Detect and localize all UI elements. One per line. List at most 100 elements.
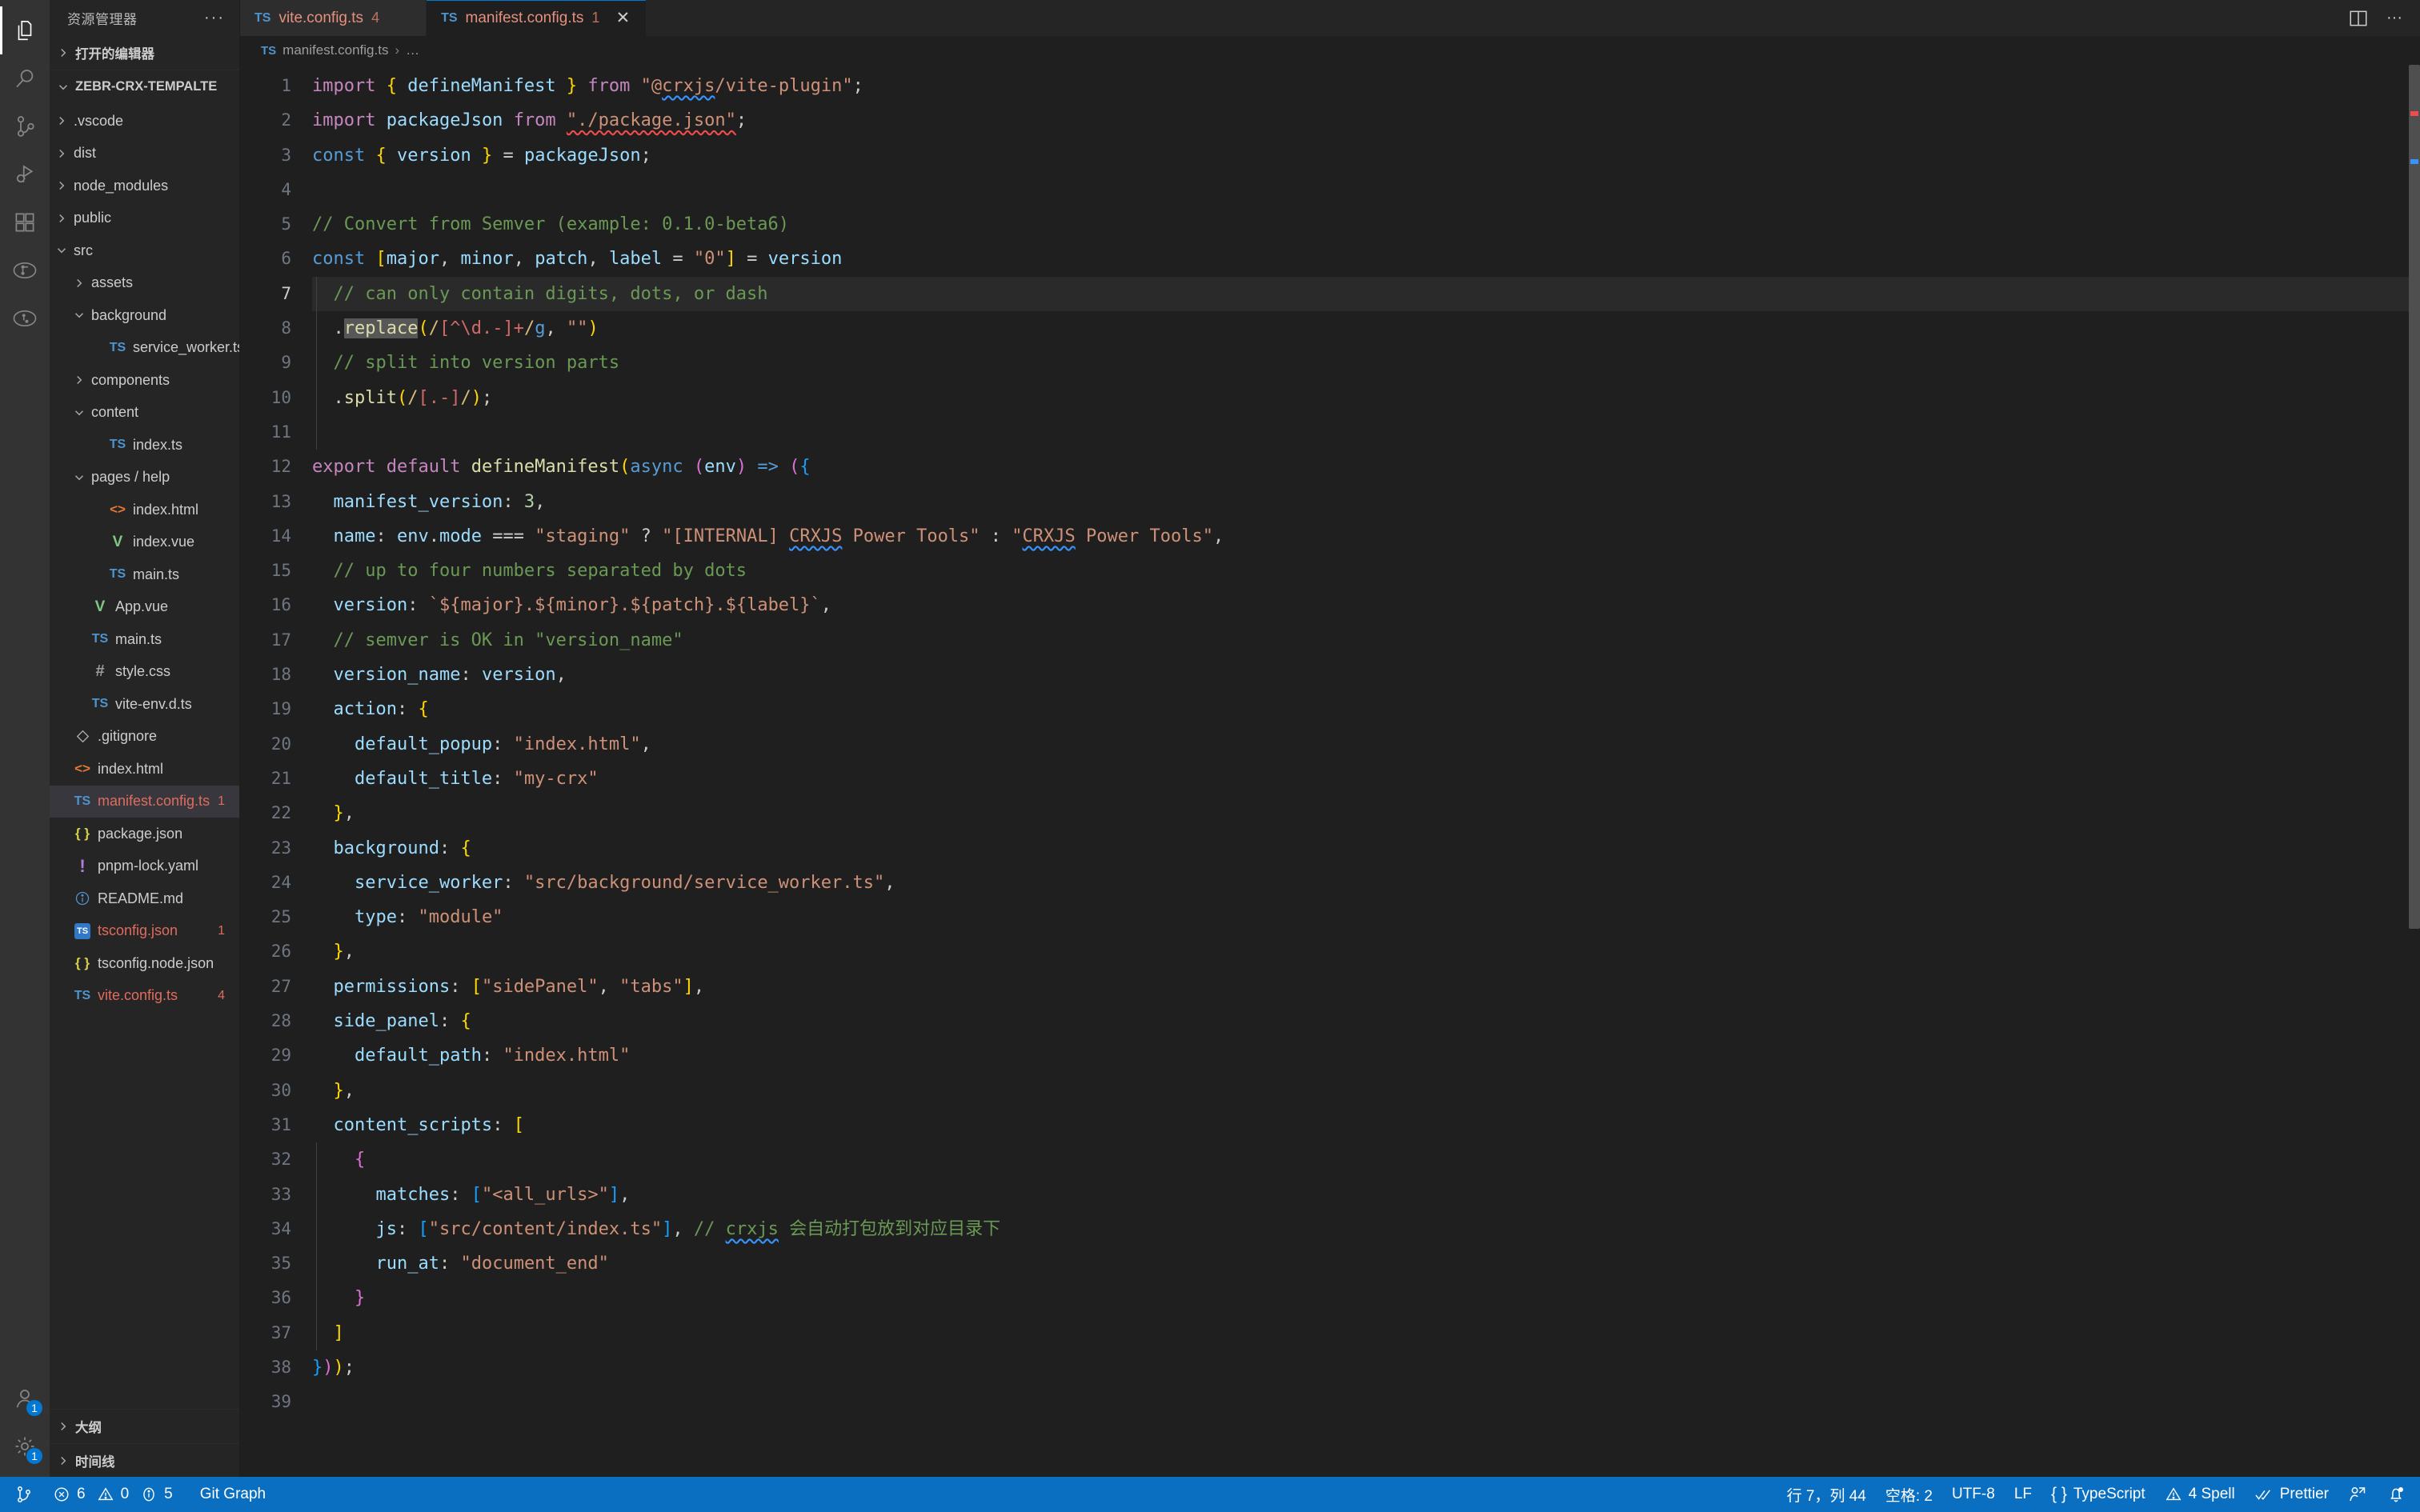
code-line: service_worker: "src/background/service_…: [354, 872, 895, 893]
activity-item-search[interactable]: [0, 54, 50, 102]
chevron-down-icon[interactable]: [53, 243, 70, 258]
status-share[interactable]: [2338, 1477, 2377, 1512]
breadcrumb-file[interactable]: manifest.config.ts: [282, 42, 388, 58]
tree-file-package.json[interactable]: { } package.json: [50, 818, 239, 850]
tab-manifest-config[interactable]: TS manifest.config.ts 1 ✕: [427, 0, 647, 36]
tab-vite-config[interactable]: TSvite.config.ts4✕: [240, 0, 427, 36]
activity-item-source-control[interactable]: [0, 102, 50, 150]
chevron-right-icon[interactable]: [53, 114, 70, 128]
tree-file-index.html[interactable]: <> index.html: [50, 494, 239, 526]
status-spell-checker[interactable]: 4 Spell: [2155, 1477, 2245, 1512]
tab-close-icon[interactable]: ✕: [614, 8, 631, 28]
sidebar-section-workspace[interactable]: ZEBR-CRX-TEMPALTE: [50, 70, 239, 103]
code-line: side_panel: {: [333, 1011, 471, 1032]
tree-item-label: tsconfig.json: [98, 922, 178, 939]
tree-file-tsconfig.json[interactable]: TS tsconfig.json 1: [50, 915, 239, 948]
file-icon-wrapper: V: [88, 598, 112, 616]
tree-folder-dist[interactable]: dist: [50, 138, 239, 170]
editor-indentation-label: 空格: 2: [1885, 1487, 1933, 1505]
tree-file-app.vue[interactable]: V App.vue: [50, 591, 239, 624]
tree-folder-content[interactable]: content: [50, 397, 239, 430]
activity-item-git-graph[interactable]: [0, 246, 50, 294]
tree-file-.gitignore[interactable]: .gitignore: [50, 721, 239, 754]
chevron-down-icon[interactable]: [70, 308, 88, 322]
chevron-down-icon[interactable]: [70, 470, 88, 485]
tree-file-index.ts[interactable]: TS index.ts: [50, 429, 239, 462]
status-remote-branch[interactable]: [5, 1477, 43, 1512]
tree-item-label: App.vue: [115, 598, 169, 615]
file-icon-wrapper: TS: [88, 697, 112, 711]
activity-item-explorer[interactable]: [0, 6, 50, 54]
status-prettier[interactable]: Prettier: [2245, 1477, 2338, 1512]
tree-file-index.vue[interactable]: Vindex.vue: [50, 526, 239, 559]
tree-item-label: pnpm-lock.yaml: [98, 858, 199, 874]
status-editor-language[interactable]: { } TypeScript: [2041, 1477, 2155, 1512]
tree-file-readme.md[interactable]: README.md: [50, 882, 239, 915]
status-editor-encoding[interactable]: UTF-8: [1942, 1477, 2005, 1512]
split-editor-icon[interactable]: [2348, 8, 2369, 29]
activity-item-git-graph-alt[interactable]: [0, 294, 50, 342]
tree-file-main.ts[interactable]: TS main.ts: [50, 623, 239, 656]
editor-vertical-scrollbar[interactable]: [2409, 65, 2420, 1477]
tree-file-service-worker.ts[interactable]: TS service_worker.ts: [50, 332, 239, 365]
file-icon-wrapper: V: [106, 534, 130, 551]
tree-folder-components[interactable]: components: [50, 364, 239, 397]
tree-file-style.css[interactable]: # style.css: [50, 656, 239, 689]
code-content[interactable]: import { defineManifest } from "@crxjs/v…: [302, 65, 2420, 1477]
activity-item-extensions[interactable]: [0, 198, 50, 246]
tree-file-vite-env.d.ts[interactable]: TS vite-env.d.ts: [50, 688, 239, 721]
code-editor[interactable]: 1 2 3 4 5 6 7 8 9 10 11 12 13 14 15 16 17 18 19 20 21 22 23 24 2…: [240, 65, 2420, 1477]
status-notifications[interactable]: [2377, 1477, 2415, 1512]
status-editor-eol[interactable]: LF: [2005, 1477, 2041, 1512]
line-number: 33: [270, 1184, 291, 1204]
tree-folder-.vscode[interactable]: .vscode: [50, 105, 239, 138]
tree-folder-src[interactable]: src: [50, 234, 239, 267]
tree-folder-pages-help[interactable]: pages / help: [50, 462, 239, 494]
tree-file-pnpm-lock.yaml[interactable]: ! pnpm-lock.yaml: [50, 850, 239, 883]
chevron-right-icon[interactable]: [53, 211, 70, 226]
chevron-down-icon[interactable]: [70, 406, 88, 420]
tree-folder-node-modules[interactable]: node_modules: [50, 170, 239, 202]
chevron-right-icon[interactable]: [53, 146, 70, 161]
code-line: default_popup: "index.html",: [354, 734, 651, 754]
line-number: 6: [281, 249, 291, 269]
chevron-right-icon[interactable]: [53, 178, 70, 193]
settings-badge: 1: [26, 1448, 42, 1464]
more-actions-icon[interactable]: ···: [2386, 9, 2402, 27]
tree-file-manifest.config.ts[interactable]: TS manifest.config.ts 1: [50, 785, 239, 818]
chevron-right-icon[interactable]: [70, 276, 88, 290]
side-bar: 资源管理器 ··· 打开的编辑器 ZEBR-CRX-TEMPALTE .vsco…: [50, 0, 240, 1477]
code-line: js: ["src/content/index.ts"], // crxjs 会…: [375, 1218, 1001, 1239]
tree-folder-public[interactable]: public: [50, 202, 239, 235]
tree-folder-background[interactable]: background: [50, 299, 239, 332]
activity-item-settings[interactable]: 1: [0, 1422, 50, 1470]
activity-item-accounts[interactable]: 1: [0, 1374, 50, 1422]
status-problems[interactable]: 6 0 5: [43, 1477, 182, 1512]
status-git-graph[interactable]: Git Graph: [182, 1477, 275, 1512]
line-number: 8: [281, 318, 291, 338]
sidebar-more-actions-icon[interactable]: ···: [204, 9, 231, 27]
line-number: 10: [270, 387, 291, 407]
sidebar-section-timeline[interactable]: 时间线: [50, 1443, 239, 1477]
tree-file-main.ts[interactable]: TS main.ts: [50, 558, 239, 591]
line-number: 20: [270, 734, 291, 754]
breadcrumb-tail[interactable]: …: [406, 42, 419, 58]
sidebar-section-outline[interactable]: 大纲: [50, 1410, 239, 1443]
tree-file-index.html[interactable]: <> index.html: [50, 753, 239, 786]
line-number: 32: [270, 1150, 291, 1170]
scrollbar-thumb[interactable]: [2409, 65, 2420, 929]
tree-file-tsconfig.node.json[interactable]: { } tsconfig.node.json: [50, 947, 239, 980]
code-line: import { defineManifest } from "@crxjs/v…: [312, 76, 863, 96]
sidebar-section-open-editors[interactable]: 打开的编辑器: [50, 36, 239, 70]
tree-item-problem-badge: 4: [218, 988, 225, 1002]
status-editor-position[interactable]: 行 7，列 44: [1777, 1477, 1876, 1512]
tree-file-vite.config.ts[interactable]: TS vite.config.ts 4: [50, 980, 239, 1013]
line-number: 21: [270, 768, 291, 788]
ts-file-icon: TS: [74, 794, 91, 808]
tree-folder-assets[interactable]: assets: [50, 267, 239, 300]
activity-item-run-debug[interactable]: [0, 150, 50, 198]
chevron-right-icon[interactable]: [70, 373, 88, 387]
code-line: permissions: ["sidePanel", "tabs"],: [333, 976, 705, 997]
status-editor-indentation[interactable]: 空格: 2: [1876, 1477, 1942, 1512]
line-number: 36: [270, 1288, 291, 1308]
